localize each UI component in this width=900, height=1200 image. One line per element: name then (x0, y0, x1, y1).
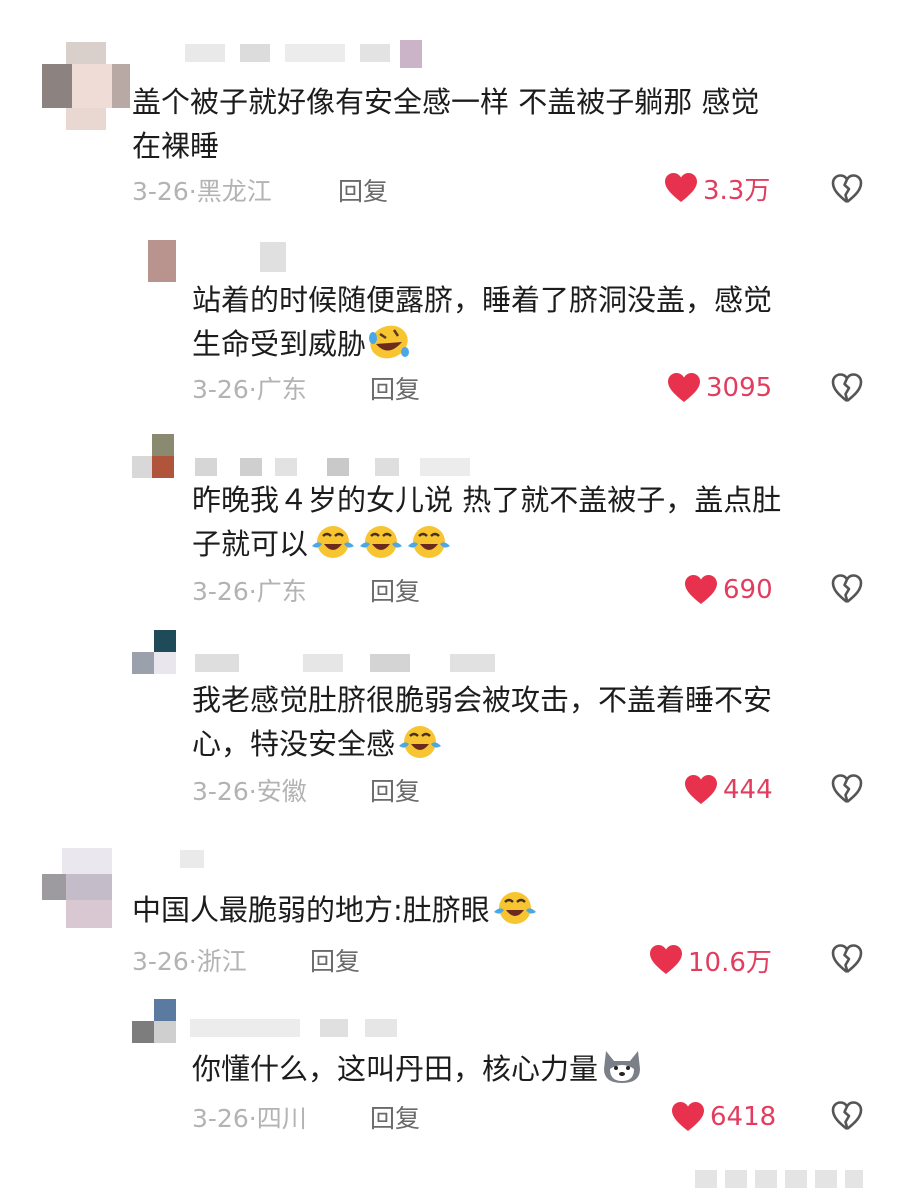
like-count: 690 (723, 575, 773, 605)
comment-region: 广东 (256, 577, 307, 606)
like-count: 3.3万 (703, 175, 771, 206)
comment-text: 昨晚我４岁的女儿说 热了就不盖被子，盖点肚 子就可以 (192, 483, 782, 561)
heart-icon (665, 173, 697, 202)
username-blurred[interactable] (260, 242, 300, 272)
comment-item: 盖个被子就好像有安全感一样 不盖被子躺那 感觉 在裸睡 3-26·黑龙江 回复 … (0, 0, 900, 230)
meta-separator: · (248, 777, 257, 806)
like-button[interactable]: 3095 (668, 368, 772, 408)
comment-region: 广东 (256, 375, 307, 404)
crying-laugh-emoji (399, 726, 442, 758)
broken-heart-icon[interactable] (830, 942, 864, 976)
avatar[interactable] (132, 630, 176, 674)
avatar[interactable] (132, 434, 174, 478)
comment-date: 3-26 (192, 577, 249, 606)
comment-region: 四川 (256, 1104, 307, 1133)
comment-meta: 3-26·四川 (192, 1099, 307, 1135)
crying-laugh-emoji (493, 892, 536, 924)
heart-icon (685, 575, 717, 604)
comment-date: 3-26 (132, 177, 189, 206)
comment-region: 安徽 (256, 777, 307, 806)
like-button[interactable]: 444 (685, 770, 773, 810)
username-blurred[interactable] (195, 458, 485, 478)
meta-separator: · (248, 375, 257, 404)
avatar[interactable] (148, 240, 176, 282)
comment-text: 盖个被子就好像有安全感一样 不盖被子躺那 感觉 在裸睡 (132, 85, 760, 163)
comment-region: 黑龙江 (196, 177, 272, 206)
reply-comment-item: 站着的时候随便露脐，睡着了脐洞没盖，感觉 生命受到威胁 3-26·广东 回复 3… (0, 230, 900, 430)
broken-heart-icon[interactable] (830, 1099, 864, 1133)
comment-date: 3-26 (192, 777, 249, 806)
avatar[interactable] (42, 42, 130, 130)
broken-heart-icon[interactable] (830, 172, 864, 206)
comment-date: 3-26 (192, 375, 249, 404)
reply-button[interactable]: 回复 (370, 370, 420, 406)
broken-heart-icon[interactable] (830, 371, 864, 405)
username-blurred[interactable] (195, 654, 505, 674)
comment-item: 中国人最脆弱的地方:肚脐眼 3-26·浙江 回复 10.6万 (0, 840, 900, 990)
heart-icon (685, 775, 717, 804)
comment-meta: 3-26·浙江 (132, 942, 247, 978)
reply-button[interactable]: 回复 (370, 1099, 420, 1135)
crying-laugh-emoji (360, 526, 403, 558)
comment-date: 3-26 (132, 947, 189, 976)
rolling-laugh-emoji (369, 325, 410, 359)
like-button[interactable]: 3.3万 (665, 168, 770, 208)
watermark (695, 1170, 865, 1188)
comment-meta: 3-26·黑龙江 (132, 172, 272, 208)
like-button[interactable]: 10.6万 (650, 940, 772, 980)
husky-dog-emoji (604, 1051, 641, 1083)
reply-comment-item: 我老感觉肚脐很脆弱会被攻击，不盖着睡不安 心，特没安全感 3-26·安徽 回复 … (0, 630, 900, 830)
crying-laugh-emoji (312, 526, 355, 558)
comment-text: 我老感觉肚脐很脆弱会被攻击，不盖着睡不安 心，特没安全感 (192, 683, 773, 761)
reply-button[interactable]: 回复 (370, 772, 420, 808)
comment-text: 站着的时候随便露脐，睡着了脐洞没盖，感觉 生命受到威胁 (192, 278, 772, 366)
meta-separator: · (188, 177, 197, 206)
reply-comment-item: 你懂什么，这叫丹田，核心力量 3-26·四川 回复 6418 (0, 995, 900, 1155)
username-blurred[interactable] (180, 850, 240, 870)
comment-region: 浙江 (196, 947, 247, 976)
like-count: 3095 (706, 373, 773, 403)
like-count: 10.6万 (688, 947, 772, 978)
avatar[interactable] (132, 999, 176, 1043)
reply-comment-item: 昨晚我４岁的女儿说 热了就不盖被子，盖点肚 子就可以 3-26·广东 回复 69… (0, 430, 900, 630)
meta-separator: · (248, 1104, 257, 1133)
comment-text: 你懂什么，这叫丹田，核心力量 (192, 1047, 644, 1091)
comment-meta: 3-26·广东 (192, 572, 307, 608)
heart-icon (650, 945, 682, 974)
comment-meta: 3-26·广东 (192, 370, 307, 406)
crying-laugh-emoji (408, 526, 451, 558)
meta-separator: · (248, 577, 257, 606)
like-button[interactable]: 690 (685, 570, 773, 610)
broken-heart-icon[interactable] (830, 772, 864, 806)
comment-date: 3-26 (192, 1104, 249, 1133)
broken-heart-icon[interactable] (830, 572, 864, 606)
reply-button[interactable]: 回复 (310, 942, 360, 978)
heart-icon (672, 1102, 704, 1131)
like-count: 444 (723, 775, 773, 805)
comment-meta: 3-26·安徽 (192, 772, 307, 808)
username-blurred[interactable] (185, 40, 435, 68)
heart-icon (668, 373, 700, 402)
meta-separator: · (188, 947, 197, 976)
reply-button[interactable]: 回复 (338, 172, 388, 208)
avatar[interactable] (42, 848, 112, 928)
username-blurred[interactable] (190, 1019, 410, 1039)
comment-text: 中国人最脆弱的地方:肚脐眼 (132, 888, 538, 932)
like-button[interactable]: 6418 (672, 1097, 776, 1137)
reply-button[interactable]: 回复 (370, 572, 420, 608)
like-count: 6418 (710, 1102, 777, 1132)
